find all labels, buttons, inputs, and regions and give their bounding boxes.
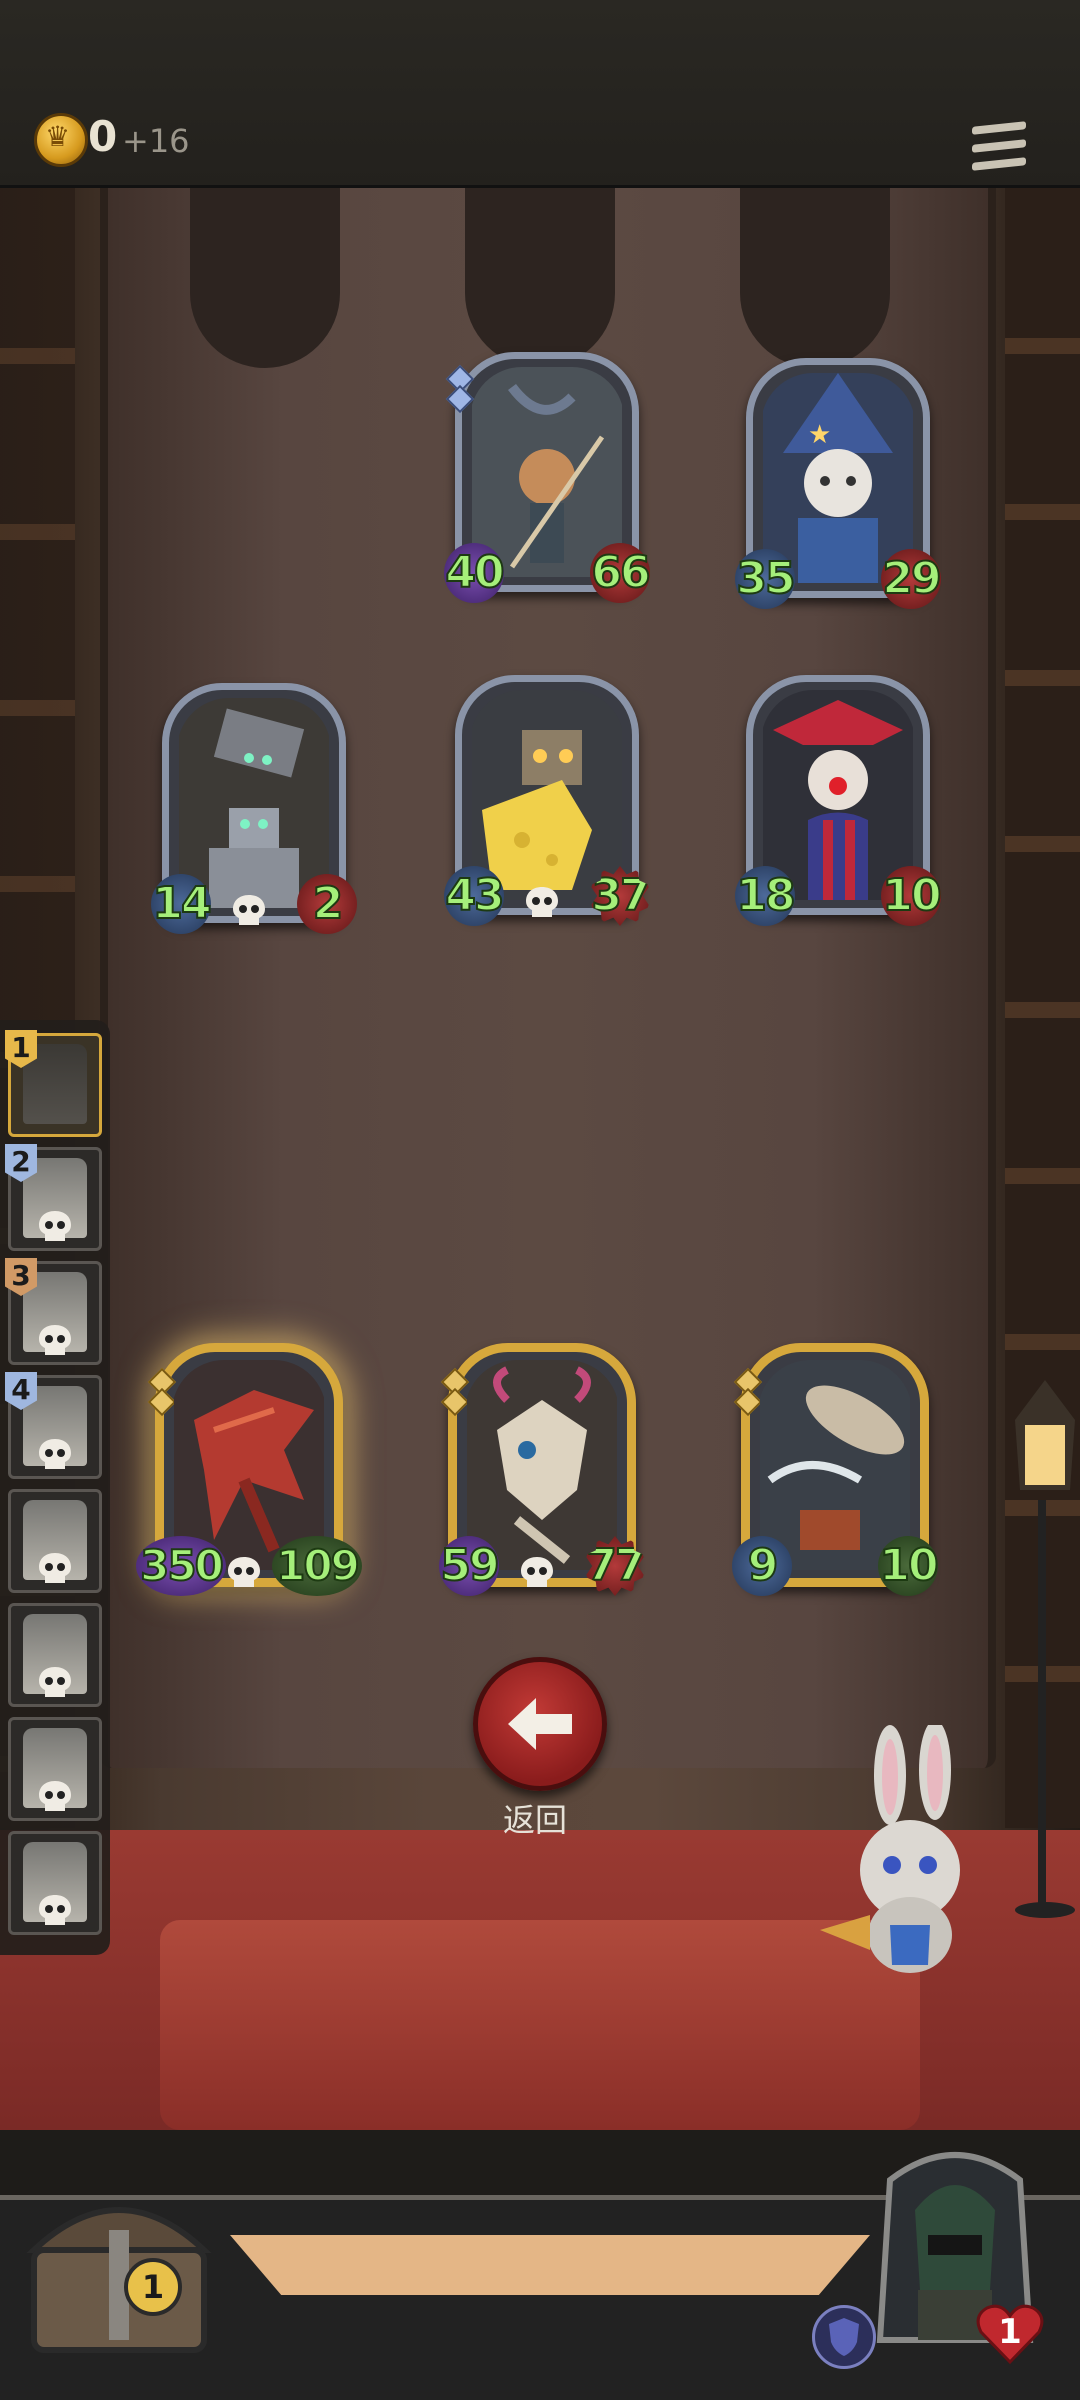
skull-icon <box>39 1439 71 1469</box>
lives-count: 1 <box>998 2312 1022 2352</box>
bone-dragon-portrait <box>465 1360 619 1570</box>
rug <box>160 1920 920 2130</box>
airship-portrait <box>758 1360 912 1570</box>
wizard-girl-portrait: ★ <box>761 373 915 583</box>
shield-icon <box>812 2305 876 2369</box>
skull-icon <box>39 1211 71 1241</box>
skull-icon <box>39 1895 71 1925</box>
gold-count: 0 <box>88 112 118 161</box>
health-value: 2 <box>297 874 357 934</box>
lamp-icon <box>1015 1380 1075 1918</box>
health-value: 10 <box>878 1536 940 1596</box>
menu-button[interactable] <box>972 121 1026 174</box>
attack-value: 9 <box>732 1536 792 1596</box>
spear-boy-portrait <box>470 367 624 577</box>
attack-value: 35 <box>735 549 797 609</box>
roster-slot[interactable] <box>8 1489 102 1593</box>
enemy-card-robot-can[interactable]: 14 2 <box>151 683 357 934</box>
attack-value: 43 <box>444 866 506 926</box>
health-value: 66 <box>590 543 652 603</box>
enemy-card-clown[interactable]: 18 10 <box>735 675 943 926</box>
skull-icon <box>39 1325 71 1355</box>
attack-value: 18 <box>735 866 797 926</box>
arrow-left-icon <box>508 1698 572 1750</box>
enemy-card-spear-boy[interactable]: 40 66 <box>444 352 652 603</box>
enemy-card-cheese-robot[interactable]: 43 37 <box>444 675 650 926</box>
skull-icon <box>39 1553 71 1583</box>
bunny-mascot[interactable] <box>810 1725 1000 1980</box>
roster-slot[interactable]: 4 <box>5 1372 102 1479</box>
health-value: 109 <box>272 1536 362 1596</box>
roster-slot[interactable]: 2 <box>5 1144 102 1251</box>
arch-decoration <box>190 188 340 368</box>
skull-icon <box>521 1557 553 1587</box>
skull-icon <box>233 895 265 925</box>
attack-value: 14 <box>151 874 213 934</box>
attack-value: 59 <box>439 1536 501 1596</box>
arch-decoration <box>740 188 890 368</box>
clown-portrait <box>761 690 915 900</box>
robot-can-portrait <box>177 698 331 908</box>
roster-slot[interactable] <box>8 1603 102 1707</box>
gold-income: +16 <box>122 122 190 160</box>
floor-path <box>230 2235 870 2295</box>
gold-coin-icon <box>34 113 88 167</box>
player-card-airship[interactable]: 9 10 <box>732 1343 940 1596</box>
health-value: 29 <box>881 549 943 609</box>
roster-slot[interactable] <box>8 1831 102 1935</box>
roster-slot[interactable]: 3 <box>5 1258 102 1365</box>
health-value: 10 <box>881 866 943 926</box>
skull-icon <box>39 1667 71 1697</box>
arch-decoration <box>465 188 615 368</box>
back-button[interactable] <box>473 1657 607 1791</box>
enemy-card-wizard-girl[interactable]: ★ 35 29 <box>735 358 943 609</box>
svg-text:★: ★ <box>808 420 831 450</box>
player-card-bone-dragon[interactable]: 59 77 <box>439 1343 645 1596</box>
skull-icon <box>526 887 558 917</box>
back-label: 返回 <box>502 1801 567 1839</box>
treasure-chest-icon[interactable] <box>14 2160 224 2356</box>
attack-value: 40 <box>444 543 506 603</box>
attack-value: 350 <box>136 1536 226 1596</box>
chest-count-badge: 1 <box>124 2258 182 2316</box>
roster-slot[interactable]: 1 <box>5 1030 102 1137</box>
skull-icon <box>39 1781 71 1811</box>
roster-slot[interactable] <box>8 1717 102 1821</box>
lives-heart: 1 <box>975 2302 1045 2366</box>
skull-icon <box>228 1557 260 1587</box>
cheese-robot-portrait <box>470 690 624 900</box>
player-card-red-dragon[interactable]: 350 109 <box>136 1343 362 1596</box>
